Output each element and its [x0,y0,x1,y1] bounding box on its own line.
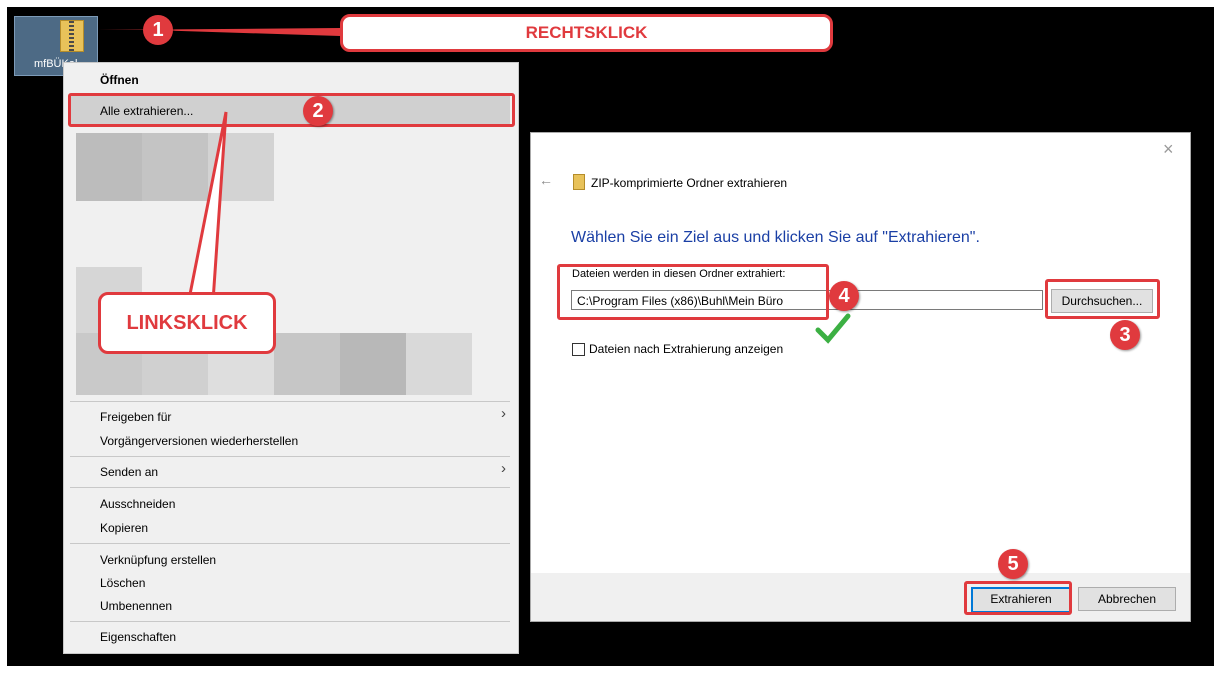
highlight-extract [964,581,1072,615]
step-marker-1: 1 [143,15,173,45]
highlight-browse [1045,279,1160,319]
step-marker-5: 5 [998,549,1028,579]
highlight-extract-all [68,93,515,127]
step-marker-2: 2 [303,96,333,126]
step-marker-4: 4 [829,281,859,311]
highlight-destination [557,264,829,320]
step-marker-3: 3 [1110,320,1140,350]
annotation-pointer-1 [98,28,340,36]
callout-rechtsklick: RECHTSKLICK [340,14,833,52]
callout-linksklick: LINKSKLICK [98,292,276,354]
